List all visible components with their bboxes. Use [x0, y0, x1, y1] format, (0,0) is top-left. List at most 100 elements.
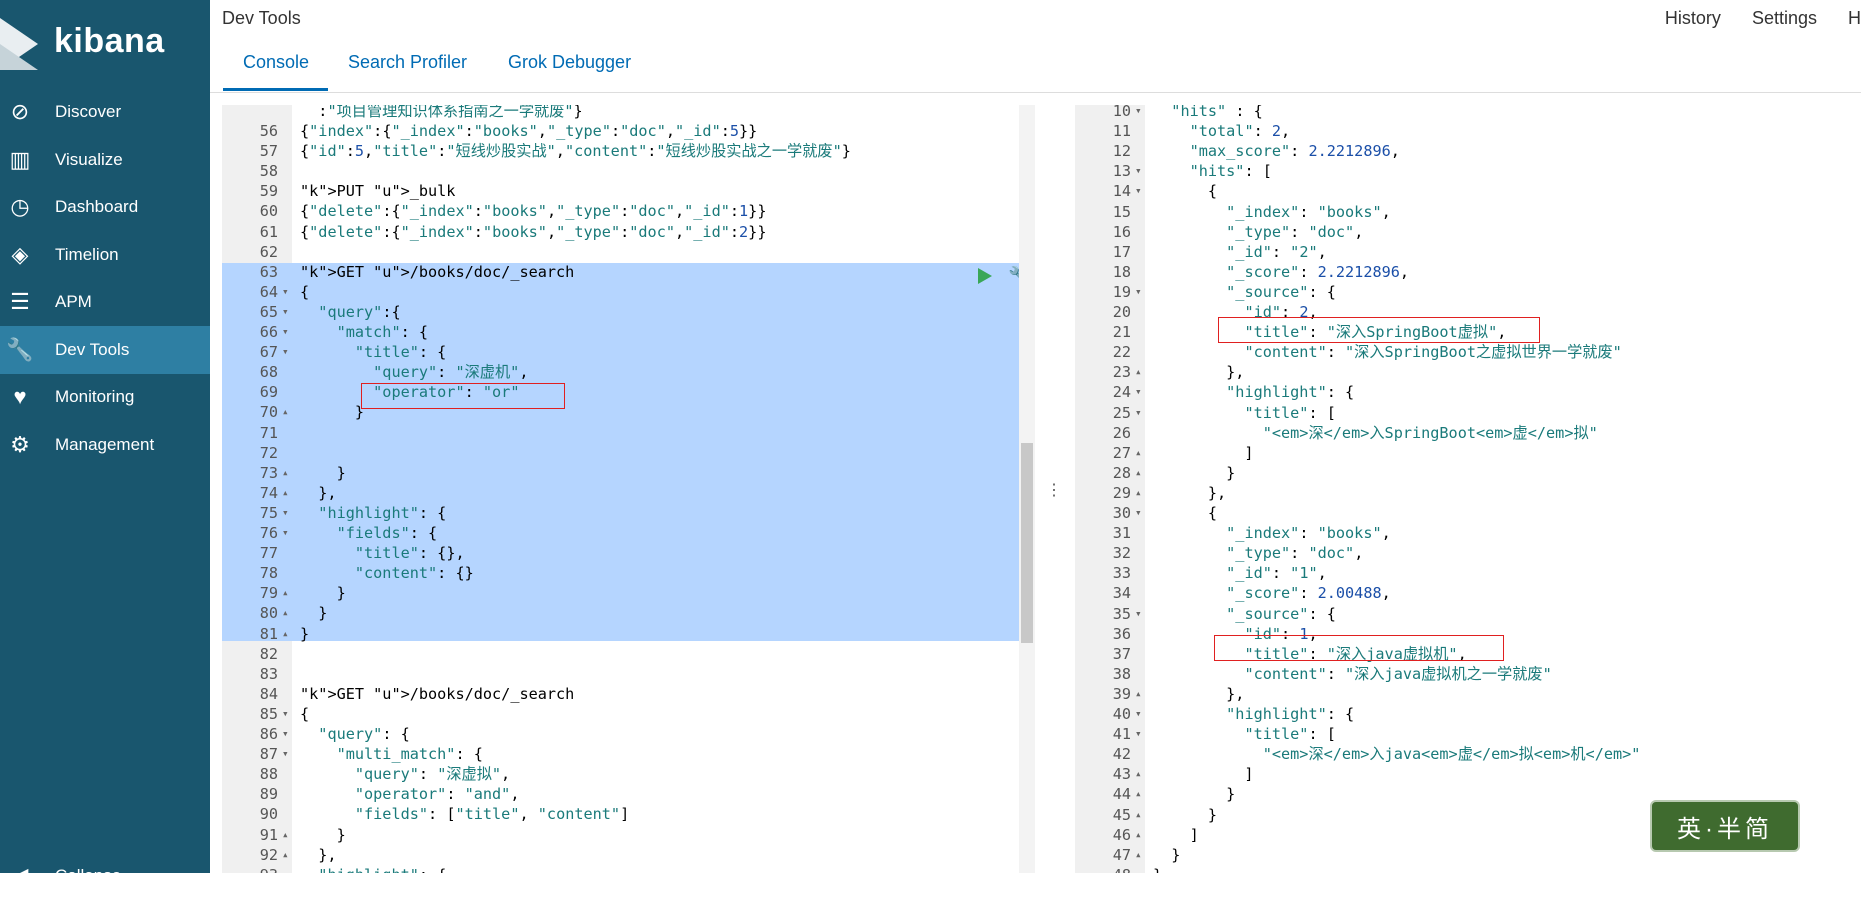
settings-link[interactable]: Settings [1752, 8, 1817, 28]
line-number: 74 [259, 483, 278, 502]
line-number: 33 [1112, 564, 1131, 583]
fold-toggle[interactable]: ▾ [282, 503, 289, 523]
sidebar-item-monitoring[interactable]: ♥ Monitoring [0, 373, 210, 421]
sidebar-item-label: Visualize [55, 149, 123, 169]
sidebar-item-dashboard[interactable]: ◷ Dashboard [0, 183, 210, 231]
sidebar-item-label: APM [55, 292, 92, 311]
fold-toggle[interactable]: ▾ [1135, 503, 1142, 523]
fold-toggle[interactable]: ▴ [282, 603, 289, 623]
kibana-wordmark: kibana [54, 22, 165, 60]
fold-toggle[interactable]: ▴ [1135, 764, 1142, 784]
fold-toggle[interactable]: ▾ [1135, 105, 1142, 121]
code-text: "query": "深虚机", [373, 363, 529, 382]
fold-toggle[interactable]: ▾ [1135, 382, 1142, 402]
fold-toggle[interactable]: ▾ [1135, 724, 1142, 744]
fold-toggle[interactable]: ▴ [282, 583, 289, 603]
code-text: "content": "深入java虚拟机之一学就废" [1244, 664, 1552, 683]
line-number: 63 [259, 262, 278, 281]
sidebar-item-dev-tools[interactable]: 🔧 Dev Tools [0, 325, 210, 374]
line-number: 39 [1112, 684, 1131, 703]
fold-toggle[interactable]: ▴ [1135, 825, 1142, 845]
code-text: "title": [ [1244, 725, 1336, 744]
fold-toggle[interactable]: ▾ [282, 724, 289, 744]
header-divider [210, 92, 1861, 93]
collapse-button[interactable]: ◀ Collapse [0, 852, 210, 900]
pane-resize-handle[interactable]: ⋮ [1046, 480, 1062, 500]
code-text: {"delete":{"_index":"books","_type":"doc… [300, 222, 767, 241]
fold-toggle[interactable]: ▴ [1135, 784, 1142, 804]
fold-toggle[interactable]: ▾ [282, 322, 289, 342]
fold-toggle[interactable]: ▴ [1135, 865, 1142, 873]
fold-toggle[interactable]: ▾ [282, 744, 289, 764]
fold-toggle[interactable]: ▾ [1135, 704, 1142, 724]
code-text: } [300, 825, 346, 844]
fold-toggle[interactable]: ▾ [1135, 181, 1142, 201]
code-text: "<em>深</em>入SpringBoot<em>虚</em>拟" [1262, 423, 1598, 442]
fold-toggle[interactable]: ▴ [1135, 845, 1142, 865]
request-editor[interactable]: :"项目管理知识体系指南之一学就废"} 56 {"index":{"_index":… [222, 105, 1030, 873]
fold-toggle[interactable]: ▴ [282, 463, 289, 483]
code-text: } [1153, 845, 1181, 864]
code-text: }, [1153, 684, 1245, 703]
wrench-icon: 🔧 [6, 336, 34, 362]
line-number: 84 [259, 684, 278, 703]
code-text: }, [1153, 363, 1245, 382]
fold-toggle[interactable]: ▴ [1135, 483, 1142, 503]
editor-scrollbar[interactable] [1019, 105, 1035, 873]
code-text: "match": { [336, 323, 429, 341]
sidebar-item-visualize[interactable]: ▥ Visualize [0, 136, 210, 184]
code-text: "<em>深</em>入java<em>虚</em>拟<em>机</em>" [1262, 745, 1641, 764]
response-editor[interactable]: 10 ▾ "hits" : {11 "total": 2, 12 "max_scor… [1075, 105, 1861, 873]
history-link[interactable]: History [1665, 8, 1721, 28]
fold-toggle[interactable]: ▾ [282, 865, 289, 873]
scrollbar-thumb[interactable] [1021, 443, 1033, 643]
code-text: {"index":{"_index":"books","_type":"doc"… [300, 122, 758, 140]
code-text: { [1153, 504, 1218, 522]
code-text: { [300, 282, 310, 301]
fold-toggle[interactable]: ▾ [282, 302, 289, 322]
code-text: } [1153, 785, 1236, 804]
sidebar-item-management[interactable]: ⚙ Management [0, 421, 210, 469]
fold-toggle[interactable]: ▾ [1135, 604, 1142, 624]
header-links: History Settings H [1639, 8, 1861, 29]
fold-toggle[interactable]: ▴ [282, 402, 289, 422]
code-text: "fields": { [336, 524, 438, 542]
fold-toggle[interactable]: ▴ [1135, 805, 1142, 825]
help-link[interactable]: H [1848, 8, 1861, 28]
sidebar-item-timelion[interactable]: ◈ Timelion [0, 231, 210, 279]
line-number: 40 [1112, 705, 1131, 723]
fold-toggle[interactable]: ▴ [282, 483, 289, 503]
fold-toggle[interactable]: ▾ [1135, 403, 1142, 423]
fold-toggle[interactable]: ▴ [1135, 463, 1142, 483]
line-number: 60 [259, 202, 278, 221]
sidebar-item-label: Discover [55, 102, 122, 121]
code-text: { [1153, 182, 1218, 201]
line-number: 26 [1112, 423, 1131, 442]
fold-toggle[interactable]: ▴ [1135, 684, 1142, 704]
fold-toggle[interactable]: ▾ [282, 704, 289, 724]
code-text: "_source": { [1226, 282, 1336, 301]
sidebar-item-label: Timelion [55, 244, 119, 264]
fold-toggle[interactable]: ▾ [1135, 161, 1142, 181]
fold-toggle[interactable]: ▴ [1135, 362, 1142, 382]
fold-toggle[interactable]: ▾ [1135, 282, 1142, 302]
tab-grok-debugger[interactable]: Grok Debugger [508, 52, 631, 73]
code-text: "highlight": { [300, 865, 446, 873]
line-number: 22 [1112, 343, 1131, 362]
fold-toggle[interactable]: ▾ [282, 282, 289, 302]
fold-toggle[interactable]: ▾ [282, 523, 289, 543]
fold-toggle[interactable]: ▾ [282, 342, 289, 362]
sidebar-item-apm[interactable]: ☰ APM [0, 278, 210, 326]
kibana-logo[interactable]: kibana [0, 0, 210, 95]
line-number: 21 [1112, 323, 1131, 342]
fold-toggle[interactable]: ▴ [282, 624, 289, 644]
code-text: "_id": "2", [1226, 242, 1327, 261]
fold-toggle[interactable]: ▴ [282, 825, 289, 845]
tab-search-profiler[interactable]: Search Profiler [348, 52, 467, 73]
fold-toggle[interactable]: ▴ [1135, 443, 1142, 463]
tab-console[interactable]: Console [243, 52, 309, 73]
fold-toggle[interactable]: ▴ [282, 845, 289, 865]
send-request-button[interactable] [978, 268, 992, 284]
sidebar-item-discover[interactable]: ⊘ Discover [0, 88, 210, 136]
code-text: } [1153, 865, 1162, 873]
